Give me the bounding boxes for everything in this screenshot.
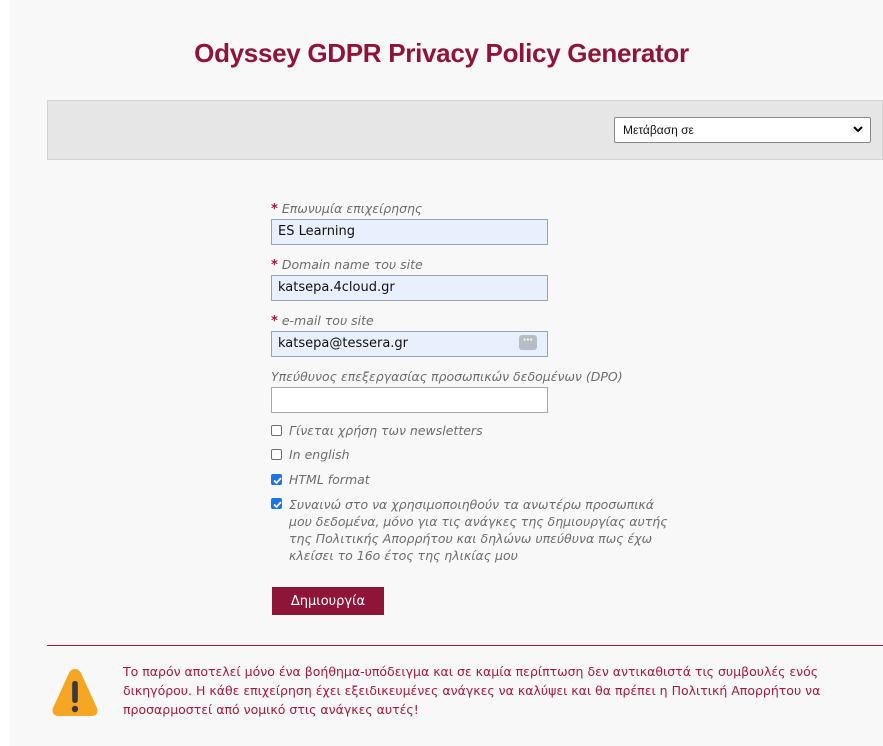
checkmark-icon <box>273 501 282 509</box>
page-title: Odyssey GDPR Privacy Policy Generator <box>194 38 689 68</box>
required-marker: * <box>271 202 278 217</box>
company-name-label: * Επωνυμία επιχείρησης <box>271 201 423 217</box>
create-button[interactable]: Δημιουργία <box>272 587 384 615</box>
divider <box>47 645 883 646</box>
chevron-down-icon <box>852 122 864 139</box>
dpo-label: Υπεύθυνος επεξεργασίας προσωπικών δεδομέ… <box>271 369 623 384</box>
english-checkbox-label: In english <box>289 447 350 462</box>
required-marker: * <box>271 314 278 329</box>
email-label: * e-mail του site <box>271 313 374 329</box>
domain-name-label: * Domain name του site <box>271 257 423 273</box>
checkmark-icon <box>273 477 282 485</box>
warning-icon <box>50 665 100 725</box>
required-marker: * <box>271 258 278 273</box>
domain-name-input[interactable]: katsepa.4cloud.gr <box>271 275 548 301</box>
newsletter-checkbox-label: Γίνεται χρήση των newsletters <box>289 423 483 438</box>
consent-checkbox[interactable] <box>271 498 282 509</box>
email-input[interactable]: katsepa@tessera.gr <box>271 331 548 357</box>
jump-to-select-value: Μετάβαση σε <box>623 123 694 137</box>
english-checkbox[interactable] <box>271 449 282 460</box>
dpo-input[interactable] <box>271 387 548 413</box>
dots-icon[interactable]: ⋯ <box>519 335 537 350</box>
disclaimer-notice: Το παρόν αποτελεί μόνο ένα βοήθημα-υπόδε… <box>123 664 821 717</box>
html-format-checkbox-label: HTML format <box>289 472 370 487</box>
company-name-input[interactable]: ES Learning <box>271 219 548 245</box>
newsletter-checkbox[interactable] <box>271 425 282 436</box>
consent-checkbox-label: Συναινώ στο να χρησιμοποιηθούν τα ανωτέρ… <box>289 497 668 563</box>
html-format-checkbox[interactable] <box>271 474 282 485</box>
jump-to-select[interactable]: Μετάβαση σε <box>614 117 871 143</box>
